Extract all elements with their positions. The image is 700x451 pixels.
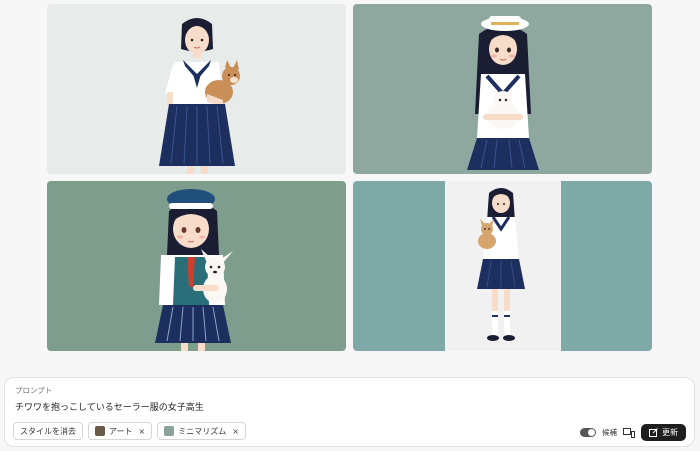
result-image-grid (47, 4, 653, 352)
prompt-controls: 候補 更新 (580, 424, 686, 441)
style-chip-minimalism-label: ミニマリズム (178, 426, 227, 436)
suggestions-toggle-label: 候補 (602, 428, 617, 437)
update-button[interactable]: 更新 (641, 424, 686, 441)
remove-art-style-icon[interactable]: × (139, 427, 146, 436)
minimalism-style-thumbnail (164, 426, 175, 436)
illustration-girl-with-navy-cap (47, 181, 346, 351)
result-image-3[interactable] (47, 181, 346, 351)
update-button-label: 更新 (662, 428, 678, 437)
suggestions-toggle[interactable] (580, 428, 596, 437)
illustration-full-body-girl (353, 181, 652, 351)
illustration-girl-with-chihuahua (47, 4, 346, 174)
result-image-4[interactable] (353, 181, 652, 351)
art-style-thumbnail (95, 426, 105, 436)
illustration-girl-with-white-hat (353, 4, 652, 174)
clear-style-label: スタイルを消去 (20, 426, 76, 436)
layout-options-icon[interactable] (623, 427, 635, 438)
clear-style-button[interactable]: スタイルを消去 (13, 422, 83, 440)
edit-icon (649, 428, 658, 437)
result-image-1[interactable] (47, 4, 346, 174)
prompt-input[interactable]: チワワを抱っこしているセーラー服の女子高生 (15, 400, 204, 413)
style-chip-art-label: アート (109, 426, 133, 436)
style-chip-art[interactable]: アート × (88, 422, 153, 440)
remove-minimalism-style-icon[interactable]: × (232, 427, 239, 436)
prompt-label: プロンプト (15, 386, 53, 395)
image-generator-page: プロンプト チワワを抱っこしているセーラー服の女子高生 スタイルを消去 アート … (0, 0, 700, 451)
result-image-2[interactable] (353, 4, 652, 174)
style-chip-minimalism[interactable]: ミニマリズム × (157, 422, 246, 440)
prompt-panel: プロンプト チワワを抱っこしているセーラー服の女子高生 スタイルを消去 アート … (4, 377, 695, 447)
style-chips: スタイルを消去 アート × ミニマリズム × (13, 422, 246, 440)
